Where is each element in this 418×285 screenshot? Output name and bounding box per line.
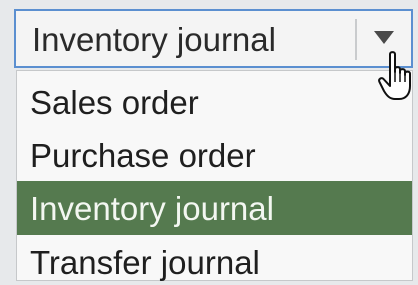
option-sales-order[interactable]: Sales order bbox=[17, 75, 412, 128]
option-transfer-journal[interactable]: Transfer journal bbox=[17, 235, 412, 285]
combobox-selected-value: Inventory journal bbox=[32, 21, 276, 58]
chevron-down-icon bbox=[374, 31, 394, 44]
journal-type-dropdown-list: Sales order Purchase order Inventory jou… bbox=[16, 70, 413, 281]
journal-type-combobox[interactable]: Inventory journal bbox=[14, 9, 413, 68]
option-purchase-order[interactable]: Purchase order bbox=[17, 128, 412, 181]
option-inventory-journal[interactable]: Inventory journal bbox=[17, 181, 412, 235]
hand-pointer-icon bbox=[378, 51, 411, 100]
screenshot-stage: Inventory journal Sales order Purchase o… bbox=[0, 0, 418, 285]
